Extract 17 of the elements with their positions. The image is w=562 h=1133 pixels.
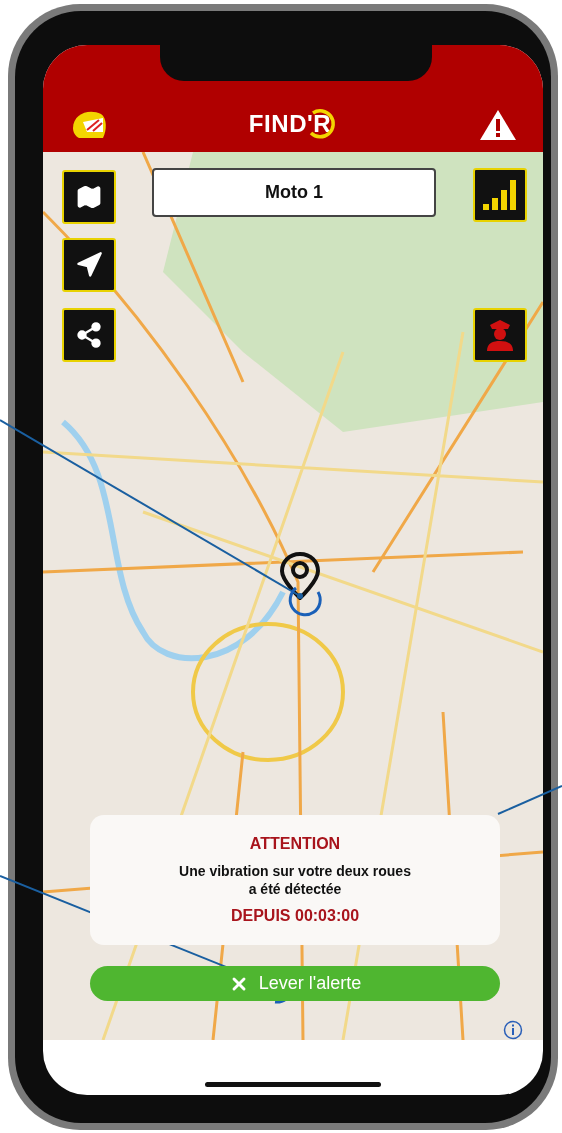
alert-title: ATTENTION: [249, 834, 341, 854]
signal-bars-icon: [483, 180, 517, 210]
police-button[interactable]: [473, 308, 527, 362]
warning-icon[interactable]: [479, 108, 517, 142]
vehicle-name-field[interactable]: Moto 1: [152, 168, 436, 217]
share-button[interactable]: [62, 308, 116, 362]
map-icon: [75, 183, 103, 211]
share-icon: [75, 321, 103, 349]
info-icon[interactable]: [503, 1020, 523, 1040]
police-officer-icon: [485, 319, 515, 351]
navigation-arrow-icon: [75, 251, 103, 279]
location-pin-icon: [280, 552, 320, 600]
signal-button[interactable]: [473, 168, 527, 222]
app-logo: FIND'R: [248, 106, 340, 142]
leader-line: [497, 785, 562, 815]
map-layers-button[interactable]: [62, 170, 116, 224]
locate-button[interactable]: [62, 238, 116, 292]
